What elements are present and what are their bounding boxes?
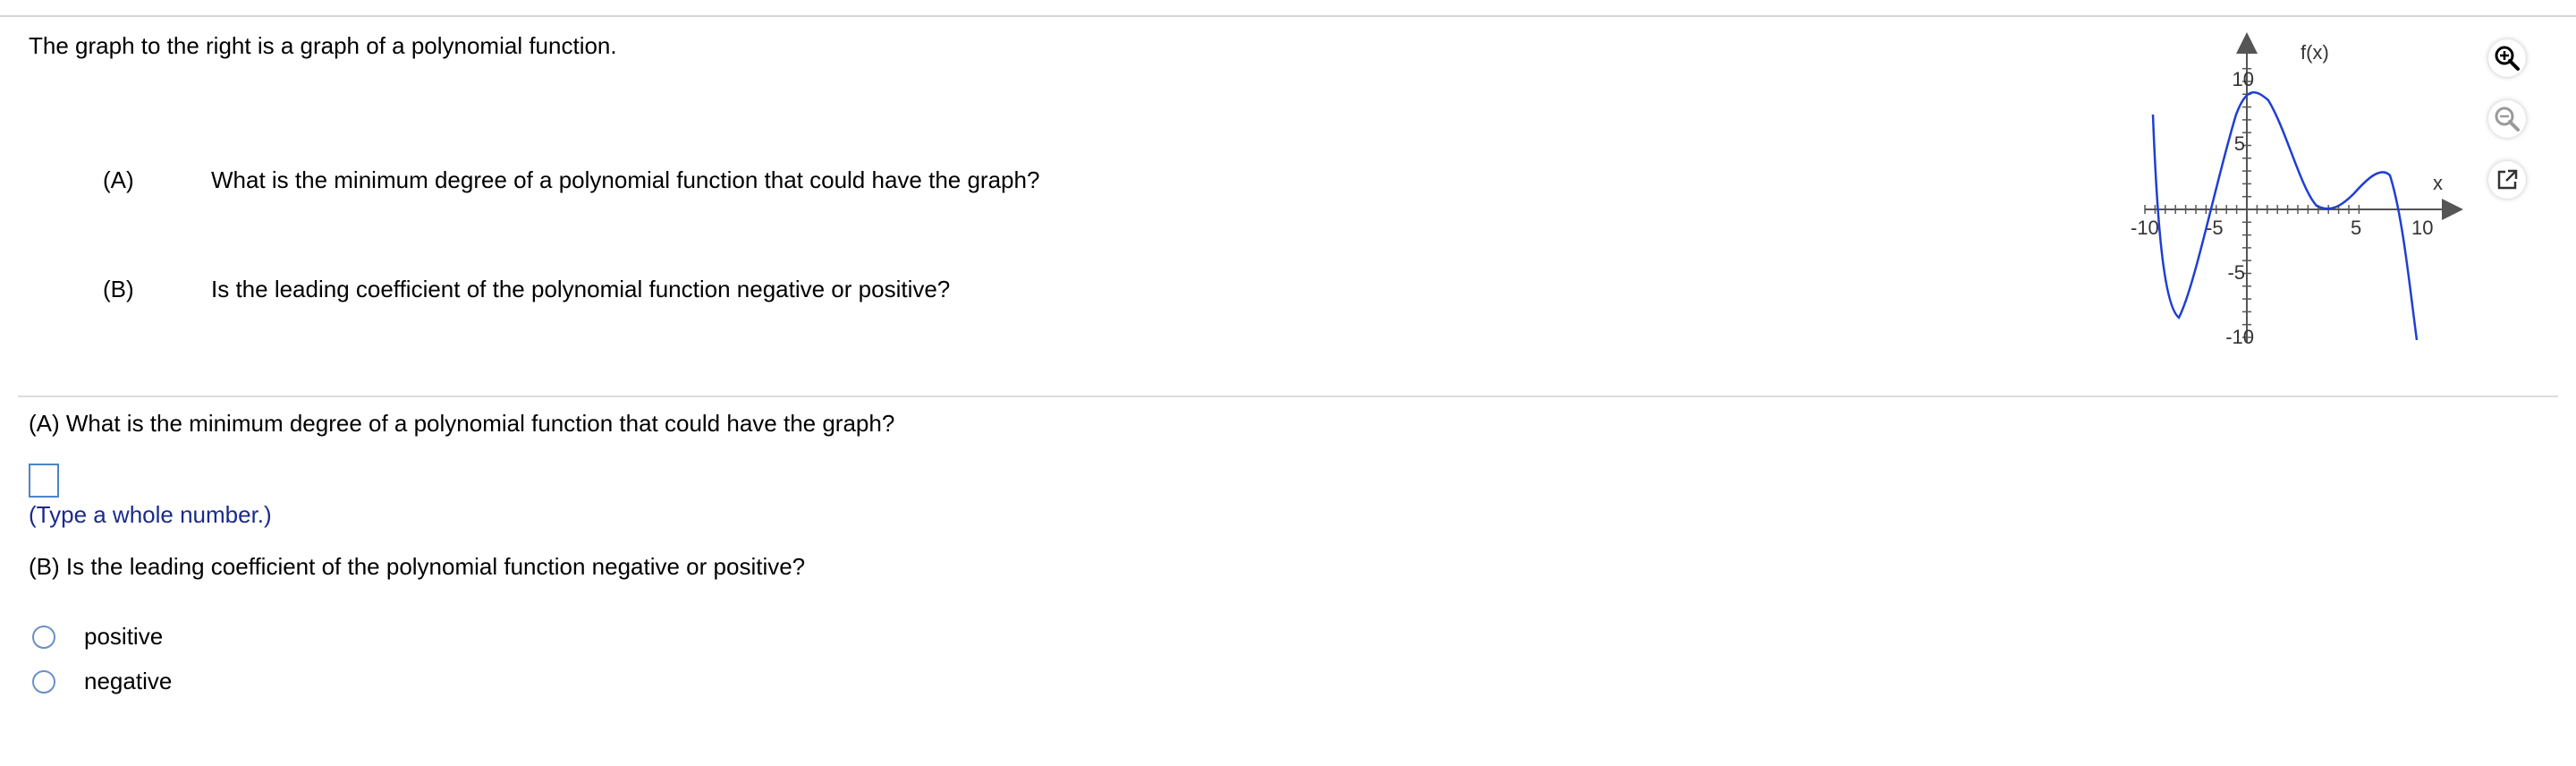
open-external-button[interactable] [2488,161,2526,199]
part-a-text: What is the minimum degree of a polynomi… [211,166,1040,193]
y-tick-label: 5 [2234,132,2245,155]
part-a-label: (A) [103,166,134,193]
y-tick-label: 10 [2233,68,2254,90]
x-tick-label: 5 [2351,217,2361,239]
x-tick-label: -10 [2131,217,2159,239]
y-axis-label: f(x) [2301,41,2329,64]
part-b-text: Is the leading coefficient of the polyno… [211,276,951,302]
x-axis-label: x [2433,172,2443,194]
question-b: (B) Is the leading coefficient of the po… [29,553,806,580]
x-tick-label: 10 [2411,217,2433,239]
y-tick-label: -10 [2225,326,2254,348]
option-positive[interactable]: positive [32,623,163,651]
open-external-icon [2497,169,2518,190]
polynomial-graph: f(x) x -10 -5 5 10 10 5 -5 -10 [2131,32,2463,348]
option-label: positive [84,623,164,650]
polynomial-curve [2151,91,2419,341]
y-tick-label: -5 [2227,261,2245,284]
question-a: (A) What is the minimum degree of a poly… [29,410,895,437]
radio-button[interactable] [32,669,55,694]
top-divider [0,15,2576,17]
part-b-label: (B) [103,276,134,302]
zoom-out-icon [2495,106,2520,132]
zoom-in-button[interactable] [2488,39,2526,77]
intro-text: The graph to the right is a graph of a p… [29,32,617,59]
option-negative[interactable]: negative [32,668,172,695]
section-divider [18,396,2558,397]
answer-a-hint: (Type a whole number.) [29,501,272,528]
option-label: negative [84,668,173,694]
answer-a-input[interactable] [29,464,59,498]
zoom-out-button[interactable] [2488,100,2526,138]
zoom-in-icon [2495,46,2520,71]
radio-button[interactable] [32,625,55,649]
